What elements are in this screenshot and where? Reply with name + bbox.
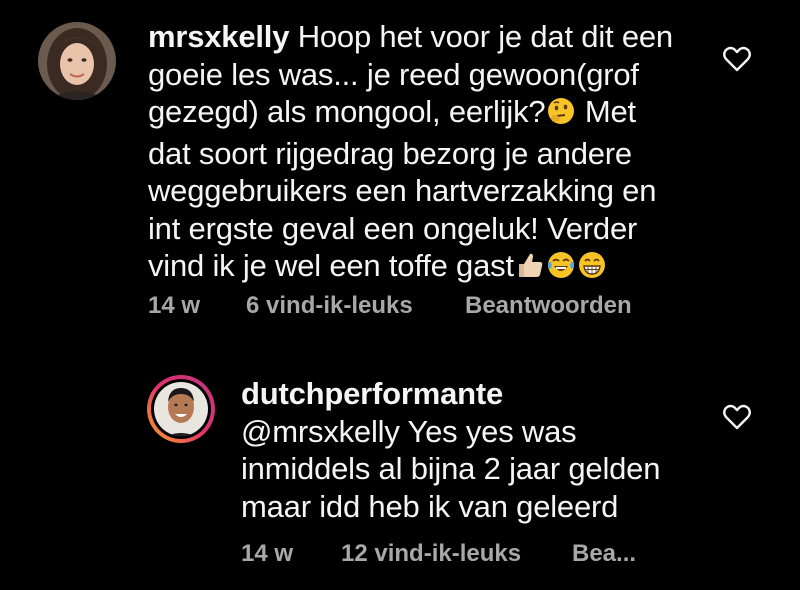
comment-dutchperformante: dutchperformante @mrsxkelly Yes yes was … (0, 360, 800, 590)
comment-line: Met (584, 94, 636, 129)
comment-text: dutchperformante @mrsxkelly Yes yes was … (241, 375, 701, 525)
comment-line: weggebruikers een hartverzakking en (148, 173, 657, 208)
comment-line: goeie les was... je reed gewoon(grof (148, 56, 639, 92)
comment-meta: 14 w 6 vind-ik-leuks Beantwoorden (148, 292, 708, 320)
username[interactable]: dutchperformante (241, 375, 701, 413)
comment-line: vind ik je wel een toffe gast (148, 248, 514, 283)
comment-line: Hoop het voor je dat dit een (297, 19, 673, 54)
avatar-dutchperformante[interactable] (146, 374, 216, 444)
likes-count[interactable]: 6 vind-ik-leuks (246, 292, 413, 320)
comment-line: int ergste geval een ongeluk! Verder (148, 210, 638, 246)
thumbs-up-icon (515, 250, 545, 289)
comment-mrsxkelly: mrsxkelly Hoop het voor je dat dit een g… (0, 0, 800, 330)
comment-meta: 14 w 12 vind-ik-leuks Bea... (241, 540, 701, 568)
reply-button[interactable]: Beantwoorden (465, 292, 632, 320)
comment-text: mrsxkelly Hoop het voor je dat dit een g… (148, 18, 708, 289)
heart-outline-icon[interactable] (723, 46, 751, 72)
reply-button[interactable]: Bea... (572, 540, 636, 568)
timestamp: 14 w (148, 292, 201, 319)
comment-line: inmiddels al bijna 2 jaar gelden (241, 451, 661, 486)
comment-line: @mrsxkelly Yes yes was (241, 413, 577, 449)
likes-count[interactable]: 12 vind-ik-leuks (341, 540, 521, 568)
timestamp: 14 w (241, 540, 294, 567)
crying-laughing-face-icon (546, 250, 576, 289)
comment-line: maar idd heb ik van geleerd (241, 488, 619, 524)
grinning-face-icon (577, 250, 607, 289)
avatar-mrsxkelly[interactable] (38, 22, 116, 100)
comment-line: dat soort rijgedrag bezorg je andere (148, 135, 632, 171)
thinking-face-icon (546, 96, 576, 135)
comment-line: gezegd) als mongool, eerlijk? (148, 94, 546, 129)
username[interactable]: mrsxkelly (148, 19, 289, 54)
heart-outline-icon[interactable] (723, 404, 751, 430)
